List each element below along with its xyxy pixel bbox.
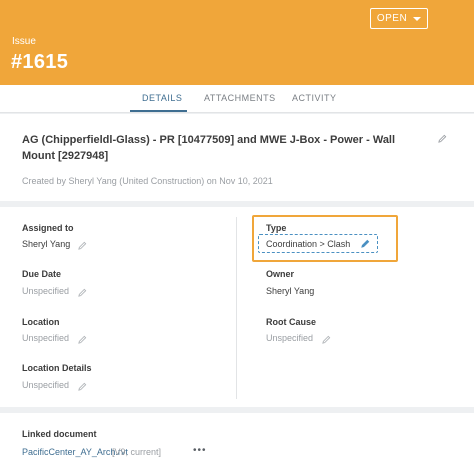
linked-document-card: Linked document PacificCenter_AY_Arch.rv… — [0, 413, 474, 476]
location-details-value[interactable]: Unspecified — [22, 380, 69, 390]
title-card: AG (Chipperfieldl-Glass) - PR [10477509]… — [0, 114, 474, 201]
owner-value[interactable]: Sheryl Yang — [266, 286, 314, 296]
tab-details[interactable]: DETAILS — [142, 93, 182, 103]
tab-bar: DETAILS ATTACHMENTS ACTIVITY — [0, 85, 474, 113]
more-icon[interactable]: ••• — [193, 445, 207, 456]
owner-label: Owner — [266, 269, 295, 279]
tab-attachments[interactable]: ATTACHMENTS — [204, 93, 276, 103]
type-label: Type — [266, 223, 287, 233]
issue-number: #1615 — [11, 51, 69, 73]
location-value[interactable]: Unspecified — [22, 333, 69, 343]
pencil-icon[interactable] — [438, 134, 447, 143]
linked-document-label: Linked document — [22, 429, 97, 439]
due-date-value[interactable]: Unspecified — [22, 286, 69, 296]
issue-type-label: Issue — [12, 36, 36, 47]
status-dropdown-button[interactable]: OPEN — [370, 8, 428, 29]
assigned-to-value[interactable]: Sheryl Yang — [22, 239, 70, 249]
pencil-icon[interactable] — [78, 288, 87, 297]
status-button-label: OPEN — [376, 13, 408, 24]
created-by-text: Created by Sheryl Yang (United Construct… — [22, 176, 273, 186]
issue-title[interactable]: AG (Chipperfieldl-Glass) - PR [10477509]… — [22, 132, 422, 164]
root-cause-value[interactable]: Unspecified — [266, 333, 313, 343]
tab-activity[interactable]: ACTIVITY — [292, 93, 337, 103]
column-divider — [236, 217, 237, 399]
root-cause-label: Root Cause — [266, 317, 317, 327]
linked-document-version: [V9, current] — [112, 447, 162, 457]
pencil-icon[interactable] — [78, 382, 87, 391]
pencil-icon[interactable] — [361, 239, 370, 248]
due-date-label: Due Date — [22, 269, 62, 279]
issue-header: OPEN Issue #1615 — [0, 0, 474, 85]
location-label: Location — [22, 317, 60, 327]
pencil-icon[interactable] — [78, 241, 87, 250]
type-field-editor[interactable]: Coordination > Clash — [258, 234, 378, 253]
issue-detail-page: OPEN Issue #1615 DETAILS ATTACHMENTS ACT… — [0, 0, 474, 476]
type-value: Coordination > Clash — [266, 238, 351, 249]
active-tab-indicator — [130, 110, 187, 112]
caret-down-icon — [413, 16, 422, 21]
assigned-to-label: Assigned to — [22, 223, 74, 233]
pencil-icon[interactable] — [322, 335, 331, 344]
pencil-icon[interactable] — [78, 335, 87, 344]
details-card: Assigned to Sheryl Yang Due Date Unspeci… — [0, 207, 474, 407]
location-details-label: Location Details — [22, 363, 92, 373]
